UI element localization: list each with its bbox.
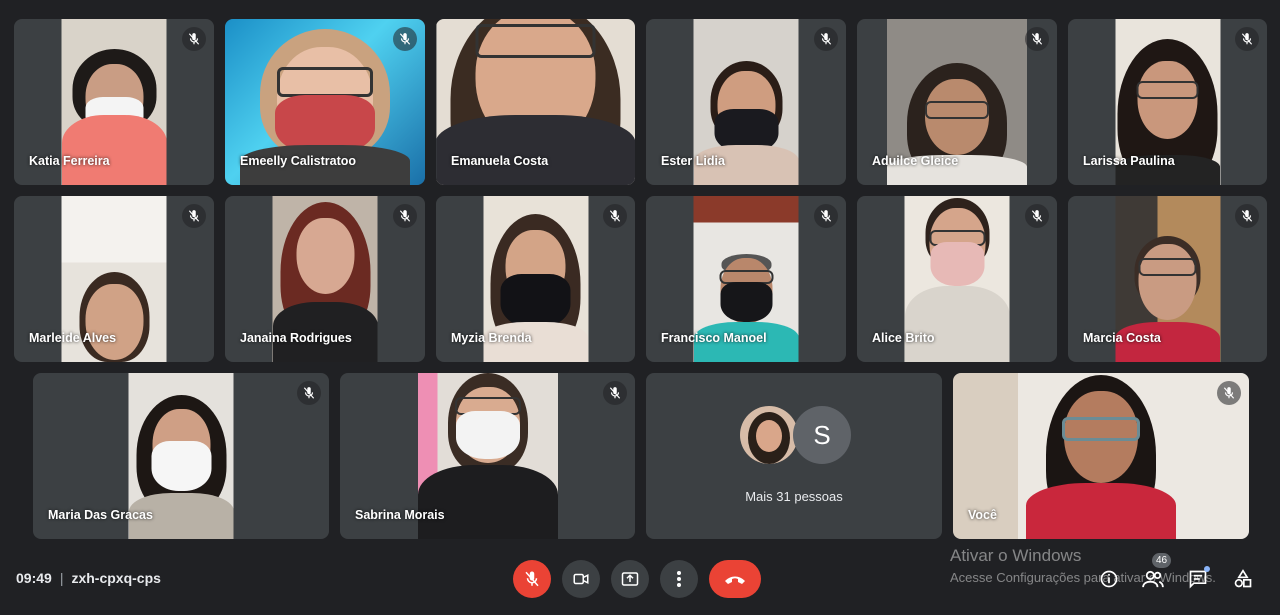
participant-tile[interactable]: Sabrina Morais <box>340 373 635 539</box>
people-icon <box>1142 570 1164 588</box>
watermark-title: Ativar o Windows <box>950 546 1082 565</box>
self-tile[interactable]: Você <box>953 373 1249 539</box>
mic-off-icon <box>393 27 417 51</box>
present-now-button[interactable] <box>611 560 649 598</box>
chat-icon <box>1188 569 1208 589</box>
participant-tile[interactable]: Alice Brito <box>857 196 1057 362</box>
mic-off-icon <box>814 204 838 228</box>
mic-off-icon <box>603 381 627 405</box>
participant-name: Alice Brito <box>872 331 935 345</box>
participant-name: Larissa Paulina <box>1083 154 1175 168</box>
self-name: Você <box>968 508 997 522</box>
mic-off-icon <box>182 27 206 51</box>
participant-tile[interactable]: Katia Ferreira <box>14 19 214 185</box>
participant-name: Sabrina Morais <box>355 508 445 522</box>
others-tile[interactable]: S Mais 31 pessoas <box>646 373 942 539</box>
participant-tile[interactable]: Marcia Costa <box>1068 196 1267 362</box>
present-screen-icon <box>620 570 640 588</box>
participant-name: Janaina Rodrigues <box>240 331 352 345</box>
more-options-button[interactable] <box>660 560 698 598</box>
microphone-toggle-button[interactable] <box>513 560 551 598</box>
participant-count-badge: 46 <box>1152 553 1171 568</box>
participant-name: Maria Das Gracas <box>48 508 153 522</box>
mic-off-icon <box>814 27 838 51</box>
meeting-details-button[interactable] <box>1097 567 1121 591</box>
info-icon <box>1099 569 1119 589</box>
windows-activation-watermark: Ativar o Windows Acesse Configurações pa… <box>950 546 1216 585</box>
mic-off-icon <box>603 204 627 228</box>
avatar: S <box>793 406 851 464</box>
participant-tile[interactable]: Francisco Manoel <box>646 196 846 362</box>
meeting-separator: | <box>59 570 64 586</box>
participant-tile[interactable]: Janaina Rodrigues <box>225 196 425 362</box>
participant-name: Aduilce Gleice <box>872 154 959 168</box>
end-call-icon <box>723 573 747 585</box>
mic-off-icon <box>1025 27 1049 51</box>
others-count-label: Mais 31 pessoas <box>745 489 843 504</box>
participant-tile[interactable]: Aduilce Gleice <box>857 19 1057 185</box>
mic-off-icon <box>393 204 417 228</box>
mic-off-icon <box>1235 27 1259 51</box>
participant-tile[interactable]: Larissa Paulina <box>1068 19 1267 185</box>
mic-off-icon <box>182 204 206 228</box>
mic-off-icon <box>1235 204 1259 228</box>
participants-button[interactable] <box>1141 567 1165 591</box>
watermark-subtitle: Acesse Configurações para ativar o Windo… <box>950 570 1216 585</box>
camera-toggle-button[interactable] <box>562 560 600 598</box>
participant-tile[interactable]: Maria Das Gracas <box>33 373 329 539</box>
meeting-info: 09:49 | zxh-cpxq-cps <box>16 570 161 586</box>
participant-name: Emeelly Calistratoo <box>240 154 357 168</box>
participant-tile[interactable]: Emanuela Costa <box>436 19 635 185</box>
participant-name: Marcia Costa <box>1083 331 1161 345</box>
participant-name: Francisco Manoel <box>661 331 767 345</box>
mic-off-icon <box>523 570 541 588</box>
mic-off-icon <box>1217 381 1241 405</box>
meeting-time: 09:49 <box>16 570 52 586</box>
meeting-code: zxh-cpxq-cps <box>71 570 161 586</box>
mic-off-icon <box>297 381 321 405</box>
participant-tile[interactable]: Marleide Alves <box>14 196 214 362</box>
participant-tile[interactable]: Myzia Brenda <box>436 196 635 362</box>
more-options-icon <box>676 570 682 588</box>
mic-off-icon <box>1025 204 1049 228</box>
participant-name: Emanuela Costa <box>451 154 549 168</box>
self-video <box>953 373 1249 539</box>
avatar-letter: S <box>813 419 831 450</box>
chat-notification-dot <box>1204 566 1210 572</box>
participant-tile[interactable]: Emeelly Calistratoo <box>225 19 425 185</box>
camera-icon <box>572 570 590 588</box>
leave-call-button[interactable] <box>709 560 761 598</box>
activities-button[interactable] <box>1231 567 1255 591</box>
activities-icon <box>1233 569 1253 589</box>
participant-name: Marleide Alves <box>29 331 117 345</box>
participant-name: Myzia Brenda <box>451 331 532 345</box>
participant-name: Ester Lidia <box>661 154 725 168</box>
avatar <box>740 406 798 464</box>
participant-tile[interactable]: Ester Lidia <box>646 19 846 185</box>
participant-name: Katia Ferreira <box>29 154 110 168</box>
